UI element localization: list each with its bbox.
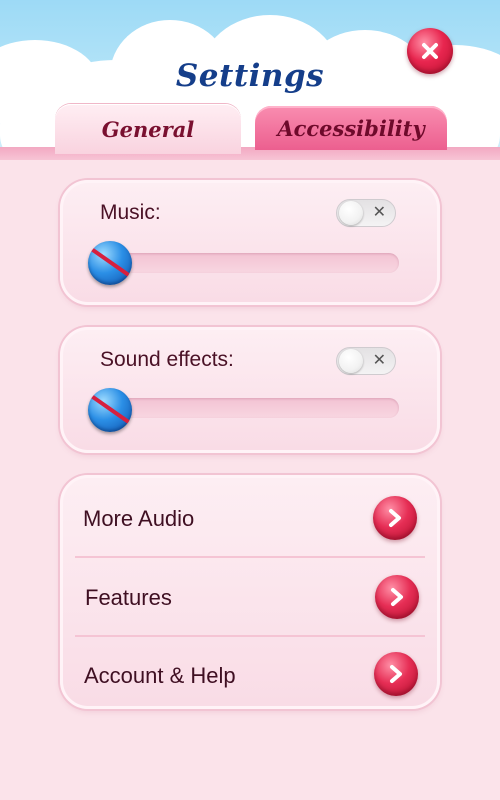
music-toggle[interactable]: ✕ xyxy=(336,199,396,227)
x-icon: ✕ xyxy=(372,352,386,369)
mute-slash-icon xyxy=(89,393,131,425)
more-audio-button[interactable] xyxy=(373,496,417,540)
close-icon xyxy=(419,40,441,62)
menu-panel: More Audio Features Account & Help xyxy=(60,475,440,709)
menu-item-account-help[interactable]: Account & Help xyxy=(63,636,437,714)
mute-slash-icon xyxy=(89,246,131,278)
tab-general[interactable]: General xyxy=(55,104,241,154)
chevron-right-icon xyxy=(384,507,406,529)
features-button[interactable] xyxy=(375,575,419,619)
music-label: Music: xyxy=(100,201,161,224)
sound-effects-toggle[interactable]: ✕ xyxy=(336,347,396,375)
toggle-knob xyxy=(339,349,363,373)
music-slider-handle[interactable] xyxy=(88,241,132,285)
menu-item-features[interactable]: Features xyxy=(63,558,437,636)
sound-effects-label: Sound effects: xyxy=(100,348,234,371)
x-icon: ✕ xyxy=(372,204,386,221)
menu-item-label: More Audio xyxy=(83,506,195,531)
chevron-right-icon xyxy=(385,663,407,685)
sound-effects-panel: Sound effects: ✕ xyxy=(60,327,440,453)
menu-item-more-audio[interactable]: More Audio xyxy=(63,480,437,558)
toggle-knob xyxy=(339,201,363,225)
account-help-button[interactable] xyxy=(374,652,418,696)
menu-item-label: Account & Help xyxy=(84,663,236,688)
tab-accessibility-label: Accessibility xyxy=(277,115,425,141)
close-button[interactable] xyxy=(407,28,453,74)
tab-accessibility[interactable]: Accessibility xyxy=(255,106,447,150)
chevron-right-icon xyxy=(386,586,408,608)
music-slider-track[interactable] xyxy=(115,253,399,273)
menu-item-label: Features xyxy=(85,585,172,610)
sound-effects-slider-track[interactable] xyxy=(115,398,399,418)
tab-general-label: General xyxy=(101,116,195,142)
sound-effects-slider-handle[interactable] xyxy=(88,388,132,432)
music-panel: Music: ✕ xyxy=(60,180,440,305)
